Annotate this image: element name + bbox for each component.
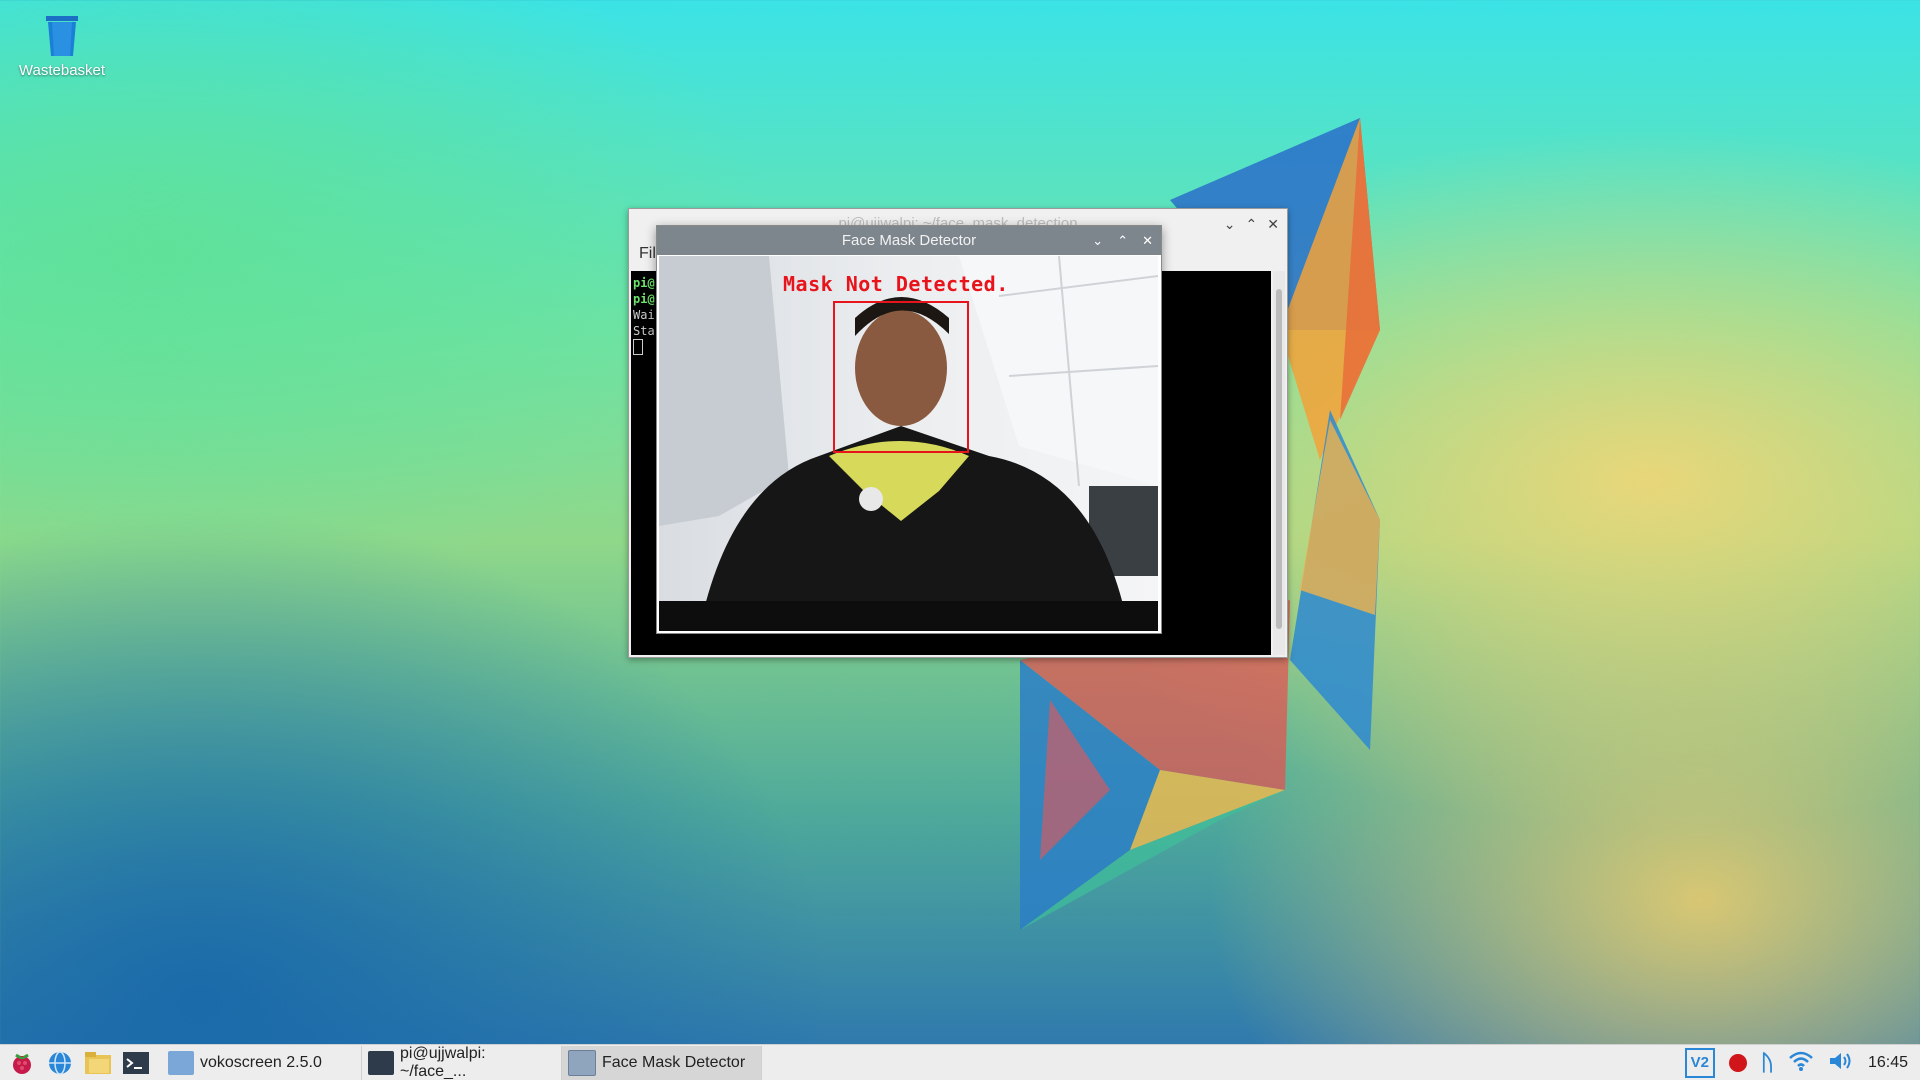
terminal-icon[interactable] bbox=[122, 1049, 150, 1077]
taskbar-item-terminal[interactable]: pi@ujjwalpi: ~/face_... bbox=[362, 1045, 562, 1080]
desktop-icon-wastebasket[interactable]: Wastebasket bbox=[12, 12, 112, 79]
raspberry-menu-icon[interactable] bbox=[8, 1049, 36, 1077]
taskbar-item-vokoscreen[interactable]: vokoscreen 2.5.0 bbox=[162, 1046, 362, 1080]
clock[interactable]: 16:45 bbox=[1868, 1054, 1908, 1072]
trash-icon bbox=[46, 16, 78, 56]
taskbar-item-face-mask-detector[interactable]: Face Mask Detector bbox=[562, 1046, 762, 1080]
terminal-cursor bbox=[633, 339, 643, 355]
vokoscreen-icon bbox=[168, 1051, 194, 1075]
camera-feed: Mask Not Detected. bbox=[659, 256, 1158, 631]
record-icon[interactable] bbox=[1728, 1054, 1747, 1072]
maximize-icon[interactable]: ⌃ bbox=[1246, 209, 1258, 239]
taskbar: vokoscreen 2.5.0 pi@ujjwalpi: ~/face_...… bbox=[0, 1044, 1920, 1080]
minimize-icon[interactable]: ⌄ bbox=[1224, 209, 1236, 239]
detector-title: Face Mask Detector bbox=[841, 232, 977, 249]
terminal-icon bbox=[368, 1051, 394, 1075]
close-icon[interactable]: ✕ bbox=[1267, 209, 1279, 239]
bluetooth-icon[interactable]: ᚢ bbox=[1761, 1050, 1774, 1076]
window-icon bbox=[568, 1050, 596, 1076]
vnc-icon[interactable]: V2 bbox=[1684, 1048, 1715, 1078]
detector-title-bar[interactable]: Face Mask Detector ⌄ ⌃ ✕ bbox=[657, 226, 1161, 255]
file-manager-icon[interactable] bbox=[84, 1049, 112, 1077]
volume-icon[interactable] bbox=[1828, 1050, 1854, 1077]
mask-status-label: Mask Not Detected. bbox=[783, 272, 1009, 296]
web-browser-icon[interactable] bbox=[46, 1049, 74, 1077]
close-icon[interactable]: ✕ bbox=[1142, 226, 1153, 255]
task-label: pi@ujjwalpi: ~/face_... bbox=[400, 1045, 486, 1080]
face-bounding-box bbox=[833, 301, 969, 453]
desktop-icon-label: Wastebasket bbox=[18, 62, 106, 79]
task-label: vokoscreen 2.5.0 bbox=[200, 1054, 322, 1071]
menu-file[interactable]: Fil bbox=[639, 245, 656, 262]
wifi-icon[interactable] bbox=[1788, 1050, 1814, 1077]
task-label: Face Mask Detector bbox=[602, 1054, 746, 1071]
scrollbar-thumb[interactable] bbox=[1276, 289, 1282, 629]
terminal-scrollbar[interactable] bbox=[1273, 271, 1285, 655]
minimize-icon[interactable]: ⌄ bbox=[1092, 226, 1103, 255]
face-mask-detector-window[interactable]: Face Mask Detector ⌄ ⌃ ✕ Mask Not Detect… bbox=[656, 225, 1162, 634]
maximize-icon[interactable]: ⌃ bbox=[1117, 226, 1128, 255]
